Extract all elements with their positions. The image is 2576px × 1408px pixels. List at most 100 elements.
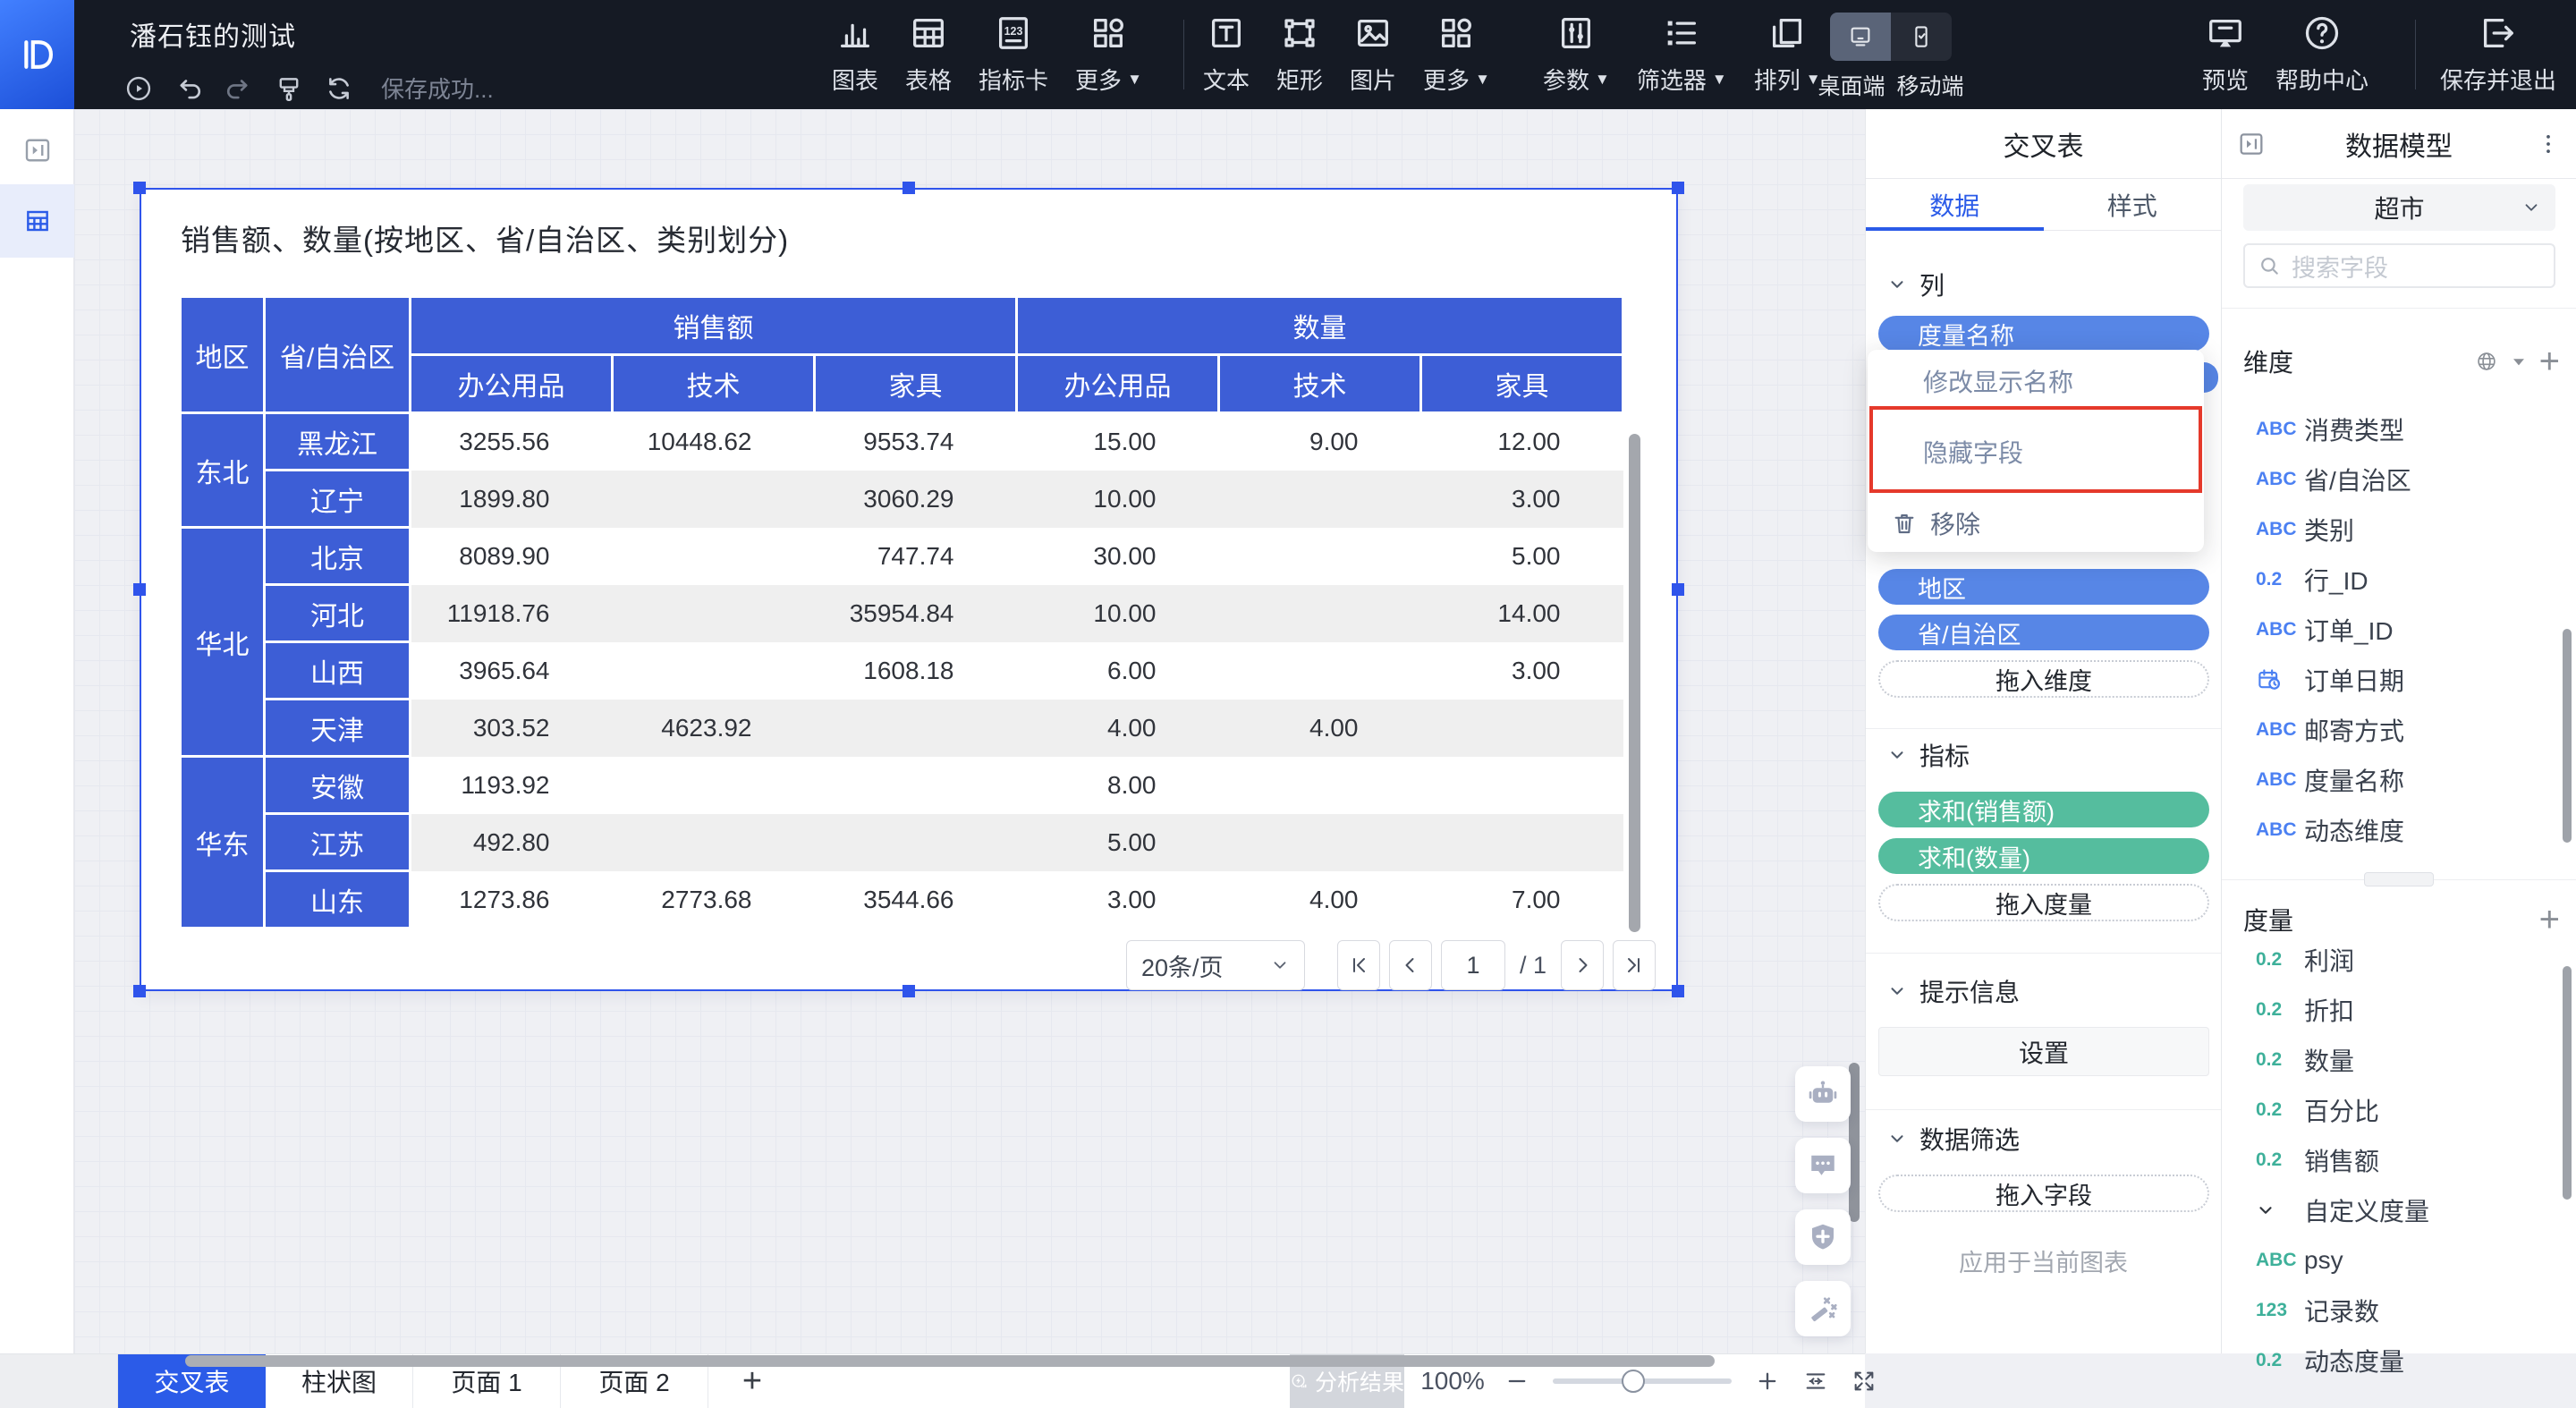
toolbar-arrange-button[interactable]: 排列▼ bbox=[1754, 13, 1821, 96]
column-pill[interactable]: 地区 bbox=[1878, 569, 2209, 605]
col-group-header[interactable]: 销售额 bbox=[411, 297, 1017, 355]
field-item-度量名称[interactable]: ABC度量名称 bbox=[2222, 755, 2576, 805]
globe-icon[interactable] bbox=[2475, 350, 2498, 373]
field-search-input[interactable]: 搜索字段 bbox=[2243, 243, 2555, 288]
panel-collapse-icon[interactable] bbox=[2236, 129, 2267, 159]
comment-button[interactable] bbox=[1795, 1138, 1851, 1193]
columns-section-header[interactable]: 列 bbox=[1887, 267, 1945, 302]
toolbar-more-blocks-button[interactable]: 更多▼ bbox=[1423, 13, 1490, 96]
province-cell[interactable]: 山西 bbox=[265, 642, 411, 700]
field-item-自定义度量[interactable]: 自定义度量 bbox=[2222, 1185, 2576, 1235]
toolbar-table-button[interactable]: 表格 bbox=[905, 13, 952, 96]
drop-dimension-zone[interactable]: 拖入维度 bbox=[1878, 660, 2209, 698]
province-cell[interactable]: 辽宁 bbox=[265, 471, 411, 528]
toolbar-chart-button[interactable]: 图表 bbox=[832, 13, 878, 96]
tooltip-section-header[interactable]: 提示信息 bbox=[1887, 973, 2020, 1009]
selection-handle-se[interactable] bbox=[1672, 985, 1684, 997]
sidebar-item-dashboard-grid[interactable] bbox=[0, 184, 74, 258]
toolbar-more-blocks-button[interactable]: 更多▼ bbox=[1075, 13, 1142, 96]
toolbar-image-button[interactable]: 图片 bbox=[1350, 13, 1396, 96]
field-item-邮寄方式[interactable]: ABC邮寄方式 bbox=[2222, 705, 2576, 755]
province-cell[interactable]: 江苏 bbox=[265, 814, 411, 871]
ai-robot-button[interactable] bbox=[1795, 1066, 1851, 1122]
toolbar-rect-shape-button[interactable]: 矩形 bbox=[1276, 13, 1323, 96]
menu-item-移除[interactable]: 移除 bbox=[1868, 501, 2204, 546]
kebab-menu-icon[interactable] bbox=[2535, 131, 2562, 157]
province-cell[interactable]: 北京 bbox=[265, 528, 411, 585]
field-item-百分比[interactable]: 0.2百分比 bbox=[2222, 1085, 2576, 1135]
zoom-in-icon[interactable] bbox=[1755, 1369, 1780, 1394]
selection-handle-e[interactable] bbox=[1672, 583, 1684, 596]
refresh-icon[interactable] bbox=[324, 73, 354, 104]
measure-pill[interactable]: 求和(数量) bbox=[1878, 838, 2209, 874]
region-cell[interactable]: 华东 bbox=[181, 757, 265, 929]
zoom-slider[interactable] bbox=[1553, 1378, 1732, 1384]
panel-resize-handle[interactable] bbox=[2364, 872, 2434, 886]
add-measure-button[interactable]: + bbox=[2539, 908, 2560, 931]
tab-样式[interactable]: 样式 bbox=[2044, 179, 2222, 230]
province-cell[interactable]: 河北 bbox=[265, 585, 411, 642]
format-brush-icon[interactable] bbox=[274, 73, 304, 104]
province-cell[interactable]: 山东 bbox=[265, 871, 411, 929]
next-page-button[interactable] bbox=[1561, 940, 1604, 990]
tab-数据[interactable]: 数据 bbox=[1866, 179, 2044, 230]
toolbar-preview-button[interactable]: 预览 bbox=[2202, 13, 2249, 96]
measure-scrollbar[interactable] bbox=[2563, 966, 2572, 1200]
app-logo-icon[interactable] bbox=[0, 0, 74, 109]
sub-col-header[interactable]: 办公用品 bbox=[1017, 355, 1219, 413]
page-number-input[interactable]: 1 bbox=[1441, 940, 1505, 990]
field-item-消费类型[interactable]: ABC消费类型 bbox=[2222, 404, 2576, 454]
field-item-省/自治区[interactable]: ABC省/自治区 bbox=[2222, 454, 2576, 505]
field-item-行_ID[interactable]: 0.2行_ID bbox=[2222, 555, 2576, 605]
zoom-out-icon[interactable] bbox=[1504, 1369, 1530, 1394]
measure-pill[interactable]: 求和(销售额) bbox=[1878, 792, 2209, 827]
toolbar-scorecard-button[interactable]: 123指标卡 bbox=[979, 13, 1048, 96]
menu-item-修改显示名称[interactable]: 修改显示名称 bbox=[1868, 359, 2204, 403]
selection-handle-ne[interactable] bbox=[1672, 182, 1684, 194]
field-item-动态度量[interactable]: 0.2动态度量 bbox=[2222, 1336, 2576, 1386]
redo-icon[interactable] bbox=[224, 73, 254, 104]
field-item-销售额[interactable]: 0.2销售额 bbox=[2222, 1135, 2576, 1185]
sidebar-collapse-icon[interactable] bbox=[0, 134, 74, 166]
field-item-记录数[interactable]: 123记录数 bbox=[2222, 1285, 2576, 1336]
measures-section-header[interactable]: 指标 bbox=[1887, 737, 1970, 773]
first-page-button[interactable] bbox=[1337, 940, 1380, 990]
field-item-数量[interactable]: 0.2数量 bbox=[2222, 1035, 2576, 1085]
table-scrollbar[interactable] bbox=[1629, 434, 1640, 932]
magic-wand-button[interactable] bbox=[1795, 1281, 1851, 1336]
column-pill[interactable]: 省/自治区 bbox=[1878, 615, 2209, 650]
fullscreen-icon[interactable] bbox=[1852, 1369, 1877, 1394]
add-dimension-button[interactable]: + bbox=[2539, 350, 2560, 373]
selection-handle-s[interactable] bbox=[902, 985, 915, 997]
device-monitor-toggle[interactable] bbox=[1830, 13, 1891, 61]
selection-handle-w[interactable] bbox=[133, 583, 146, 596]
filter-section-header[interactable]: 数据筛选 bbox=[1887, 1121, 2020, 1157]
col-header[interactable]: 省/自治区 bbox=[265, 297, 411, 413]
toolbar-text-button[interactable]: 文本 bbox=[1203, 13, 1250, 96]
province-cell[interactable]: 安徽 bbox=[265, 757, 411, 814]
caret-down-icon[interactable] bbox=[2507, 350, 2530, 373]
menu-item-隐藏字段[interactable]: 隐藏字段 bbox=[1868, 429, 2204, 474]
sub-col-header[interactable]: 家具 bbox=[815, 355, 1017, 413]
undo-icon[interactable] bbox=[174, 73, 204, 104]
drop-measure-zone[interactable]: 拖入度量 bbox=[1878, 884, 2209, 921]
dimension-scrollbar[interactable] bbox=[2563, 629, 2572, 843]
canvas[interactable]: 销售额、数量(按地区、省/自治区、类别划分) 地区省/自治区销售额数量办公用品技… bbox=[74, 109, 1865, 1353]
tooltip-settings-button[interactable]: 设置 bbox=[1878, 1027, 2209, 1076]
field-item-类别[interactable]: ABC类别 bbox=[2222, 505, 2576, 555]
device-phone-toggle[interactable] bbox=[1891, 13, 1952, 61]
column-pill[interactable]: 度量名称 bbox=[1878, 316, 2209, 352]
region-cell[interactable]: 东北 bbox=[181, 413, 265, 528]
sub-col-header[interactable]: 技术 bbox=[1219, 355, 1421, 413]
sub-col-header[interactable]: 家具 bbox=[1421, 355, 1623, 413]
sub-col-header[interactable]: 办公用品 bbox=[411, 355, 613, 413]
toolbar-help-button[interactable]: 帮助中心 bbox=[2275, 13, 2368, 96]
document-title[interactable]: 潘石钰的测试 bbox=[130, 14, 296, 54]
sub-col-header[interactable]: 技术 bbox=[613, 355, 815, 413]
field-item-利润[interactable]: 0.2利润 bbox=[2222, 935, 2576, 985]
crosstab-widget[interactable]: 销售额、数量(按地区、省/自治区、类别划分) 地区省/自治区销售额数量办公用品技… bbox=[140, 188, 1678, 991]
selection-handle-nw[interactable] bbox=[133, 182, 146, 194]
dataset-select[interactable]: 超市 bbox=[2243, 184, 2555, 231]
col-group-header[interactable]: 数量 bbox=[1017, 297, 1623, 355]
drop-filter-field-zone[interactable]: 拖入字段 bbox=[1878, 1175, 2209, 1212]
